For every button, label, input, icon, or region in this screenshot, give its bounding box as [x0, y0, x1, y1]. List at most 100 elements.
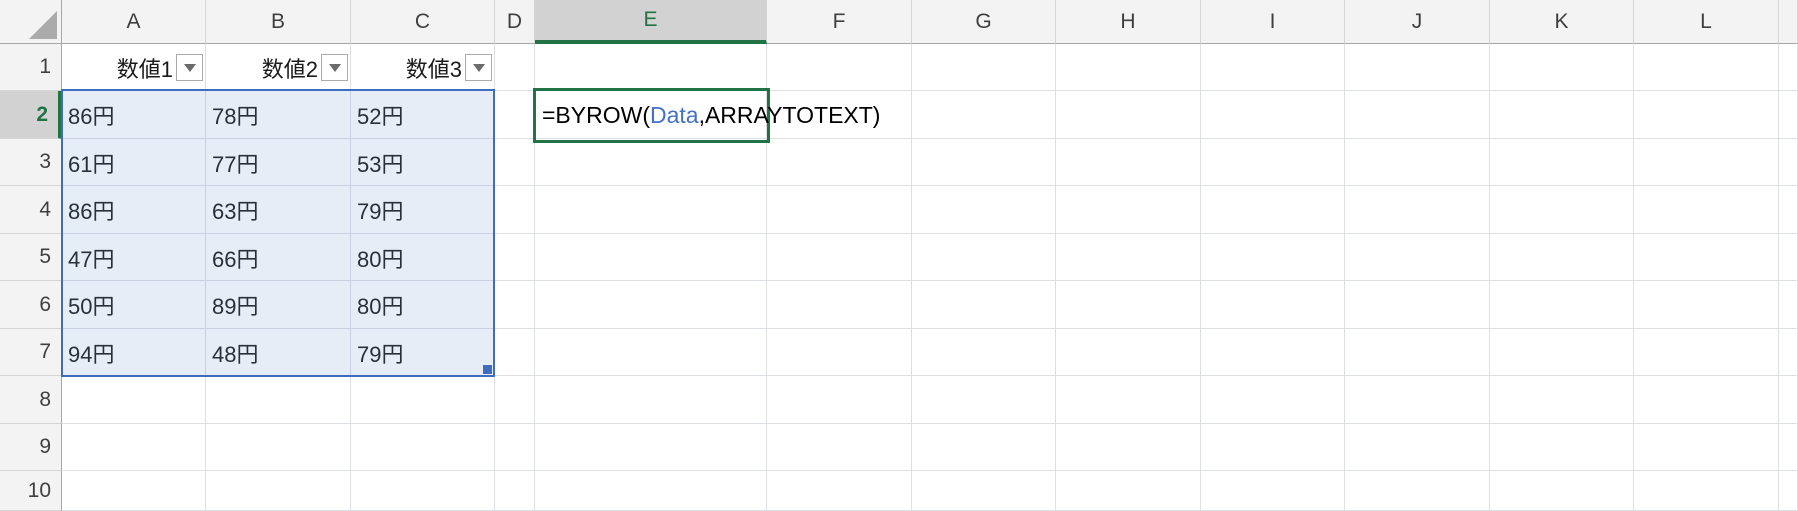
- row-header-4[interactable]: 4: [0, 186, 62, 234]
- grid-cell-M7[interactable]: [1779, 329, 1798, 376]
- table-cell-C7[interactable]: 79円: [351, 329, 495, 376]
- table-cell-C3[interactable]: 53円: [351, 139, 495, 186]
- grid-cell-K3[interactable]: [1490, 139, 1634, 186]
- grid-cell-F5[interactable]: [767, 234, 912, 281]
- grid-cell-K4[interactable]: [1490, 186, 1634, 234]
- grid-cell-L8[interactable]: [1634, 376, 1779, 424]
- grid-cell-A8[interactable]: [62, 376, 206, 424]
- grid-cell-K9[interactable]: [1490, 424, 1634, 471]
- grid-cell-G6[interactable]: [912, 281, 1056, 329]
- grid-cell-B8[interactable]: [206, 376, 351, 424]
- grid-cell-H10[interactable]: [1056, 471, 1201, 511]
- grid-cell-C9[interactable]: [351, 424, 495, 471]
- grid-cell-K5[interactable]: [1490, 234, 1634, 281]
- grid-cell-L5[interactable]: [1634, 234, 1779, 281]
- grid-cell-I2[interactable]: [1201, 91, 1345, 139]
- grid-cell-J2[interactable]: [1345, 91, 1490, 139]
- table-cell-C2[interactable]: 52円: [351, 91, 495, 139]
- table-cell-B5[interactable]: 66円: [206, 234, 351, 281]
- grid-cell-G2[interactable]: [912, 91, 1056, 139]
- grid-cell-M2[interactable]: [1779, 91, 1798, 139]
- grid-cell-I8[interactable]: [1201, 376, 1345, 424]
- column-header-i[interactable]: I: [1201, 0, 1345, 44]
- grid-cell-B10[interactable]: [206, 471, 351, 511]
- grid-cell-E9[interactable]: [535, 424, 767, 471]
- grid-cell-G3[interactable]: [912, 139, 1056, 186]
- table-cell-A6[interactable]: 50円: [62, 281, 206, 329]
- table-header-cell-a1[interactable]: 数値1: [62, 44, 206, 91]
- grid-cell-M1[interactable]: [1779, 44, 1798, 91]
- grid-cell-K7[interactable]: [1490, 329, 1634, 376]
- table-header-cell-c1[interactable]: 数値3: [351, 44, 495, 91]
- grid-cell-I9[interactable]: [1201, 424, 1345, 471]
- grid-cell-M5[interactable]: [1779, 234, 1798, 281]
- grid-cell-K2[interactable]: [1490, 91, 1634, 139]
- table-cell-B2[interactable]: 78円: [206, 91, 351, 139]
- grid-cell-L7[interactable]: [1634, 329, 1779, 376]
- column-header-c[interactable]: C: [351, 0, 495, 44]
- table-cell-A2[interactable]: 86円: [62, 91, 206, 139]
- grid-cell-M10[interactable]: [1779, 471, 1798, 511]
- row-header-6[interactable]: 6: [0, 281, 62, 329]
- grid-cell-A10[interactable]: [62, 471, 206, 511]
- grid-cell-M3[interactable]: [1779, 139, 1798, 186]
- grid-cell-J8[interactable]: [1345, 376, 1490, 424]
- grid-cell-H8[interactable]: [1056, 376, 1201, 424]
- row-header-1[interactable]: 1: [0, 44, 62, 91]
- row-header-5[interactable]: 5: [0, 234, 62, 281]
- row-header-9[interactable]: 9: [0, 424, 62, 471]
- column-header-k[interactable]: K: [1490, 0, 1634, 44]
- column-header-f[interactable]: F: [767, 0, 912, 44]
- grid-cell-C8[interactable]: [351, 376, 495, 424]
- row-header-7[interactable]: 7: [0, 329, 62, 376]
- column-header-j[interactable]: J: [1345, 0, 1490, 44]
- active-cell-editor[interactable]: =BYROW(Data,ARRAYTOTEXT): [533, 88, 770, 143]
- grid-cell-J3[interactable]: [1345, 139, 1490, 186]
- grid-cell-F10[interactable]: [767, 471, 912, 511]
- grid-cell-E8[interactable]: [535, 376, 767, 424]
- row-header-8[interactable]: 8: [0, 376, 62, 424]
- grid-cell-G8[interactable]: [912, 376, 1056, 424]
- row-header-2[interactable]: 2: [0, 91, 62, 139]
- grid-cell-D3[interactable]: [495, 139, 535, 186]
- grid-cell-F3[interactable]: [767, 139, 912, 186]
- grid-cell-F8[interactable]: [767, 376, 912, 424]
- grid-cell-K1[interactable]: [1490, 44, 1634, 91]
- grid-cell-C10[interactable]: [351, 471, 495, 511]
- grid-cell-M9[interactable]: [1779, 424, 1798, 471]
- grid-cell-J9[interactable]: [1345, 424, 1490, 471]
- table-cell-C6[interactable]: 80円: [351, 281, 495, 329]
- row-header-3[interactable]: 3: [0, 139, 62, 186]
- grid-cell-H9[interactable]: [1056, 424, 1201, 471]
- row-header-10[interactable]: 10: [0, 471, 62, 511]
- grid-cell-K8[interactable]: [1490, 376, 1634, 424]
- grid-cell-L10[interactable]: [1634, 471, 1779, 511]
- filter-dropdown-button[interactable]: [321, 54, 348, 81]
- grid-cell-M4[interactable]: [1779, 186, 1798, 234]
- grid-cell-G1[interactable]: [912, 44, 1056, 91]
- grid-cell-H7[interactable]: [1056, 329, 1201, 376]
- grid-cell-K10[interactable]: [1490, 471, 1634, 511]
- column-header-a[interactable]: A: [62, 0, 206, 44]
- grid-cell-H5[interactable]: [1056, 234, 1201, 281]
- column-header-e[interactable]: E: [535, 0, 767, 44]
- grid-cell-M6[interactable]: [1779, 281, 1798, 329]
- table-cell-A5[interactable]: 47円: [62, 234, 206, 281]
- grid-cell-H2[interactable]: [1056, 91, 1201, 139]
- grid-cell-I3[interactable]: [1201, 139, 1345, 186]
- grid-cell-E6[interactable]: [535, 281, 767, 329]
- grid-cell-L2[interactable]: [1634, 91, 1779, 139]
- grid-cell-L9[interactable]: [1634, 424, 1779, 471]
- table-cell-A3[interactable]: 61円: [62, 139, 206, 186]
- grid-cell-E4[interactable]: [535, 186, 767, 234]
- grid-cell-L1[interactable]: [1634, 44, 1779, 91]
- grid-cell-D9[interactable]: [495, 424, 535, 471]
- grid-cell-I4[interactable]: [1201, 186, 1345, 234]
- grid-cell-F9[interactable]: [767, 424, 912, 471]
- table-cell-B4[interactable]: 63円: [206, 186, 351, 234]
- grid-cell-H4[interactable]: [1056, 186, 1201, 234]
- select-all-button[interactable]: [0, 0, 62, 44]
- grid-cell-F7[interactable]: [767, 329, 912, 376]
- grid-cell-I7[interactable]: [1201, 329, 1345, 376]
- column-header-h[interactable]: H: [1056, 0, 1201, 44]
